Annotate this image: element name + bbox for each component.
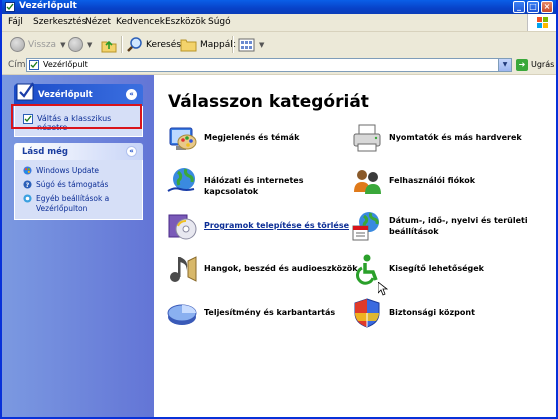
back-arrow-icon: [10, 37, 25, 52]
title-bar[interactable]: Vezérlőpult _ □ ×: [2, 0, 556, 14]
search-label: Keresés: [146, 39, 181, 50]
toolbar-separator: [232, 36, 234, 53]
menu-bar: Fájl Szerkesztés Nézet Kedvencek Eszközö…: [2, 14, 556, 32]
window-title: Vezérlőpult: [19, 1, 77, 11]
see-also-header[interactable]: Lásd még «: [14, 143, 143, 160]
help-icon: ?: [23, 180, 32, 189]
windows-update-icon: [23, 166, 32, 175]
control-panel-icon: [5, 2, 15, 12]
panel-title: Vezérlőpult: [38, 90, 93, 100]
address-dropdown-button[interactable]: ▼: [498, 59, 511, 71]
appearance-themes-icon: [169, 127, 197, 150]
back-label: Vissza: [28, 39, 57, 50]
see-also-label: Súgó és támogatás: [36, 180, 109, 189]
see-also-label: Egyéb beállítások a Vezérlőpulton: [36, 194, 110, 213]
menu-edit[interactable]: Szerkesztés: [33, 17, 86, 27]
category-label: Programok telepítése és törlése: [204, 221, 350, 230]
category-user-accounts[interactable]: Felhasználói fiókok: [351, 165, 541, 199]
add-remove-programs-icon: [168, 214, 197, 240]
date-time-language-icon: [352, 212, 379, 241]
panel-header[interactable]: Vezérlőpult «: [14, 82, 143, 106]
address-field[interactable]: Vezérlőpult ▼: [26, 58, 512, 72]
address-value: Vezérlőpult: [43, 60, 88, 69]
category-security-center[interactable]: Biztonsági központ: [351, 297, 541, 331]
go-arrow-icon[interactable]: ➜: [516, 59, 528, 71]
menu-help[interactable]: Súgó: [208, 17, 231, 27]
category-label: Hálózati és internetes kapcsolatok: [204, 176, 304, 196]
svg-text:?: ?: [26, 182, 30, 189]
menu-tools[interactable]: Eszközök: [165, 17, 206, 27]
chevron-down-icon[interactable]: ▼: [87, 41, 92, 49]
search-button[interactable]: Keresés: [126, 35, 181, 54]
see-also-panel: Lásd még « Windows Update ? Súgó és támo…: [14, 143, 143, 220]
see-also-help-support[interactable]: ? Súgó és támogatás: [21, 178, 136, 191]
menu-view[interactable]: Nézet: [85, 17, 111, 27]
category-label: Nyomtatók és más hardverek: [389, 133, 522, 142]
up-folder-button[interactable]: [101, 35, 117, 54]
category-label: Biztonsági központ: [389, 308, 475, 317]
network-globe-icon: [167, 168, 195, 192]
close-button[interactable]: ×: [541, 1, 553, 13]
control-panel-icon: [29, 60, 39, 70]
category-label: Felhasználói fiókok: [389, 176, 476, 185]
category-add-remove-programs[interactable]: Programok telepítése és törlése: [166, 210, 349, 244]
minimize-button[interactable]: _: [513, 1, 525, 13]
views-button[interactable]: ▼: [238, 35, 264, 54]
category-label: Teljesítmény és karbantartás: [204, 308, 336, 317]
category-label: Dátum-, idő-, nyelvi és területi beállít…: [389, 216, 528, 236]
page-title: Válasszon kategóriát: [168, 92, 369, 112]
toolbar-separator: [121, 36, 123, 53]
collapse-chevron-icon[interactable]: «: [126, 89, 137, 100]
see-also-windows-update[interactable]: Windows Update: [21, 164, 136, 177]
back-button[interactable]: Vissza ▼: [10, 35, 65, 54]
folders-button[interactable]: Mappák: [180, 35, 235, 54]
forward-button[interactable]: ▼: [68, 35, 92, 54]
forward-arrow-icon: [68, 37, 83, 52]
category-printers-hardware[interactable]: Nyomtatók és más hardverek: [351, 122, 541, 156]
address-label: Cím: [8, 60, 26, 70]
folders-label: Mappák: [200, 39, 236, 50]
category-sounds-speech-audio[interactable]: Hangok, beszéd és audioeszközök: [166, 253, 358, 287]
up-folder-icon: [101, 40, 117, 52]
accessibility-icon: [356, 254, 378, 285]
category-network-internet[interactable]: Hálózati és internetes kapcsolatok: [166, 165, 351, 199]
sounds-audio-icon: [170, 256, 197, 282]
mouse-cursor-icon: [378, 282, 388, 296]
toolbar: Vissza ▼ ▼ Keresés Mappák ▼: [2, 32, 556, 58]
task-pane: Vezérlőpult « Váltás a klasszikus nézetr…: [2, 75, 154, 417]
go-button[interactable]: Ugrás: [531, 60, 554, 69]
search-icon: [127, 37, 142, 52]
performance-maintenance-icon: [167, 304, 197, 325]
user-accounts-icon: [354, 170, 381, 194]
other-options-icon: [23, 194, 32, 203]
collapse-chevron-icon[interactable]: «: [126, 146, 137, 157]
windows-logo-icon: [527, 14, 556, 31]
menu-favorites[interactable]: Kedvencek: [116, 17, 165, 27]
category-label: Megjelenés és témák: [204, 133, 300, 142]
chevron-down-icon[interactable]: ▼: [259, 41, 264, 49]
menu-file[interactable]: Fájl: [8, 17, 23, 27]
chevron-down-icon[interactable]: ▼: [60, 41, 65, 49]
category-date-time-language[interactable]: Dátum-, idő-, nyelvi és területi beállít…: [351, 210, 546, 244]
content-area: Vezérlőpult « Váltás a klasszikus nézetr…: [2, 75, 556, 417]
category-performance-maintenance[interactable]: Teljesítmény és karbantartás: [166, 297, 346, 331]
control-panel-window: Vezérlőpult _ □ × Fájl Szerkesztés Nézet…: [0, 0, 558, 419]
category-appearance-themes[interactable]: Megjelenés és témák: [166, 122, 336, 156]
category-label: Hangok, beszéd és audioeszközök: [204, 264, 358, 273]
maximize-button[interactable]: □: [527, 1, 539, 13]
see-also-body: Windows Update ? Súgó és támogatás Egyéb…: [14, 160, 143, 220]
security-shield-icon: [354, 298, 380, 328]
highlight-box: [11, 104, 142, 129]
see-also-title: Lásd még: [22, 147, 68, 157]
folders-icon: [180, 39, 197, 52]
views-icon: [238, 38, 255, 51]
address-bar: Cím Vezérlőpult ▼ ➜ Ugrás: [2, 57, 556, 75]
control-panel-icon: [16, 82, 34, 101]
see-also-label: Windows Update: [36, 166, 100, 175]
category-label: Kisegítő lehetőségek: [389, 264, 484, 273]
see-also-other-options[interactable]: Egyéb beállítások a Vezérlőpulton: [21, 192, 136, 214]
printer-icon: [353, 124, 381, 152]
